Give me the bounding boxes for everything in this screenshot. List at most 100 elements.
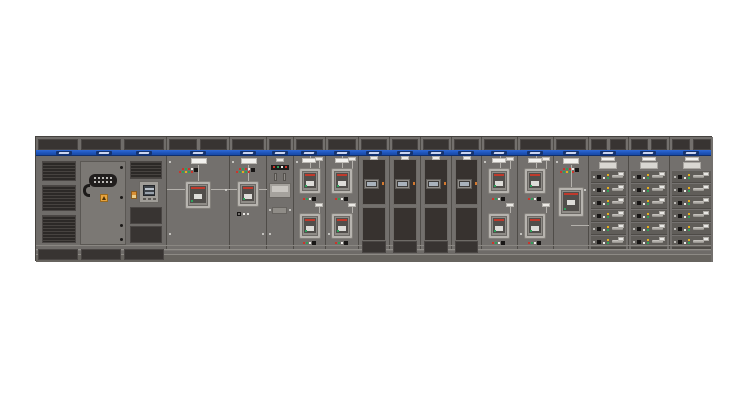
orange-indicator-icon xyxy=(444,182,446,185)
brand-logo-icon xyxy=(491,151,507,155)
dark-door-lower xyxy=(362,207,386,241)
indicator-leds xyxy=(489,242,491,244)
brand-logo-icon xyxy=(640,151,656,155)
door-handle xyxy=(83,184,90,197)
mcc-drawer xyxy=(672,196,711,208)
brand-logo-icon xyxy=(563,151,579,155)
connector-panel-icon xyxy=(89,174,117,187)
hmi-display xyxy=(364,179,379,189)
document-holder xyxy=(599,162,617,169)
nameplate xyxy=(463,156,471,160)
dark-door-lower xyxy=(455,207,478,241)
nameplate xyxy=(563,158,579,164)
dark-door-lower xyxy=(393,207,417,241)
mcc-drawer-stack xyxy=(591,170,626,249)
hmi-display xyxy=(426,179,441,189)
indicator-leds xyxy=(560,168,562,170)
mcc-drawer xyxy=(631,183,667,195)
aux-indicators xyxy=(238,213,240,215)
main-door xyxy=(80,161,126,245)
tag-plate xyxy=(348,203,356,207)
tag-plate xyxy=(315,203,323,207)
brand-logo-icon xyxy=(272,151,288,155)
nameplate xyxy=(191,158,207,164)
tag-plate xyxy=(542,203,550,207)
mcc-drawer xyxy=(631,222,667,234)
indicator-leds xyxy=(332,242,334,244)
indicator-leds xyxy=(525,242,527,244)
brand-logo-icon xyxy=(458,151,474,155)
brand-logo-icon xyxy=(136,151,152,155)
circuit-breaker xyxy=(185,181,211,209)
tag-plate xyxy=(348,157,356,161)
indicator-leds xyxy=(179,168,181,170)
vent-panel xyxy=(130,226,162,243)
mcc-drawer xyxy=(591,196,626,208)
louver-vent xyxy=(130,161,162,179)
brand-logo-icon xyxy=(527,151,543,155)
mcc-drawer xyxy=(631,170,667,182)
louver-vent xyxy=(42,161,76,181)
mimic-line xyxy=(248,165,249,181)
brand-logo-icon xyxy=(366,151,382,155)
switchgear-lineup xyxy=(35,136,712,261)
brand-logo-icon xyxy=(428,151,444,155)
indicator-leds xyxy=(525,198,527,200)
orange-indicator-icon xyxy=(382,182,384,185)
hmi-display xyxy=(395,179,410,189)
circuit-breaker-upper xyxy=(331,168,353,194)
nameplate xyxy=(528,158,542,163)
bottom-vent-panel xyxy=(455,241,478,253)
orange-indicator-icon xyxy=(475,182,477,185)
nameplate xyxy=(401,156,409,160)
illustration-canvas xyxy=(0,0,750,400)
mimic-line xyxy=(571,165,572,187)
dark-door-lower xyxy=(424,207,448,241)
circuit-breaker xyxy=(237,181,259,207)
brand-logo-icon xyxy=(301,151,317,155)
indicator-leds xyxy=(300,198,302,200)
circuit-breaker-lower xyxy=(524,213,546,239)
nameplate xyxy=(241,158,257,164)
mcc-drawer xyxy=(631,209,667,221)
bottom-vent-panels xyxy=(38,249,164,260)
hinge-dot-icon xyxy=(120,196,123,199)
brand-logo-icon xyxy=(397,151,413,155)
indicator-leds xyxy=(489,198,491,200)
tag-plate xyxy=(315,157,323,161)
louver-vent xyxy=(42,185,76,211)
brand-logo-icon xyxy=(683,151,699,155)
tag-plate xyxy=(542,157,550,161)
circuit-breaker-lower xyxy=(488,213,510,239)
mcc-drawer xyxy=(591,209,626,221)
mimic-line xyxy=(198,165,199,181)
hmi-display xyxy=(457,179,472,189)
louver-vent xyxy=(42,215,76,243)
nameplate xyxy=(492,158,506,163)
brand-logo-icon xyxy=(240,151,256,155)
nameplate xyxy=(302,158,316,163)
mcc-drawer xyxy=(591,170,626,182)
circuit-breaker-upper xyxy=(488,168,510,194)
hinge-dot-icon xyxy=(120,238,123,241)
mcc-drawer xyxy=(631,196,667,208)
mcc-drawer xyxy=(672,170,711,182)
brand-logo-icon xyxy=(600,151,616,155)
bottom-vent-panel xyxy=(362,241,386,253)
louver-plate xyxy=(272,207,287,214)
orange-indicator-icon xyxy=(413,182,415,185)
tag-plate xyxy=(506,157,514,161)
bottom-vent-panel xyxy=(424,241,448,253)
indicator-leds xyxy=(332,198,334,200)
mcc-drawer xyxy=(591,183,626,195)
nameplate xyxy=(335,158,349,163)
indicator-leds xyxy=(300,242,302,244)
indicator-leds xyxy=(236,168,238,170)
mcc-drawer xyxy=(591,222,626,234)
brand-logo-icon xyxy=(56,151,72,155)
hinge-dot-icon xyxy=(120,224,123,227)
vent-panel xyxy=(130,207,162,224)
mimic-line xyxy=(571,225,589,226)
meter-screen xyxy=(143,185,155,196)
brand-logo-icon xyxy=(190,151,206,155)
